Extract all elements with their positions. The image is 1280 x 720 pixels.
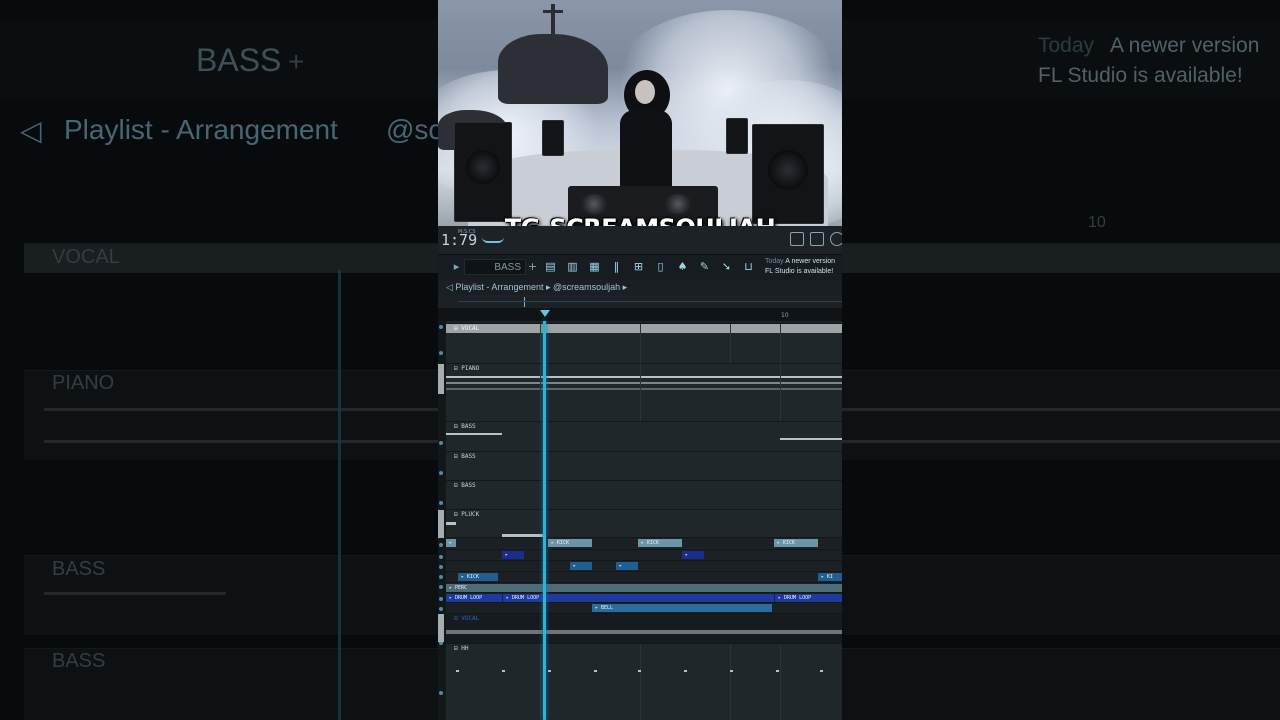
pattern-selector[interactable]: BASS (464, 259, 526, 275)
track-bass[interactable]: ⊟ BASS (446, 480, 842, 509)
track-piano[interactable]: ⊟ PIANO (438, 363, 842, 421)
notice-today: Today (765, 258, 784, 265)
bg-playlist-owner: @sc (386, 114, 443, 145)
clip-kick[interactable]: ▸ KICK (638, 539, 682, 547)
update-notice[interactable]: Today A newer version FL Studio is avail… (765, 257, 835, 277)
track-hh[interactable]: ⊟ HH (446, 643, 842, 720)
clip-bell[interactable]: ▸ BELL (592, 604, 772, 612)
track-label: ⊟ BASS (454, 482, 476, 489)
mixer-icon[interactable]: ‖ (610, 261, 623, 273)
bar-ruler[interactable]: 10 (438, 309, 842, 321)
track-pluck[interactable]: ⊟ PLUCK (438, 509, 842, 538)
notice-line2: FL Studio is available! (765, 268, 834, 275)
clip[interactable]: ▸ (570, 562, 592, 570)
cross (551, 4, 555, 34)
record-icon[interactable]: ✎ (698, 261, 711, 273)
clip-kick[interactable]: ▸ KI (818, 573, 842, 581)
render-icon[interactable] (810, 232, 824, 246)
clip[interactable]: ▸ (616, 562, 638, 570)
bg-track-label: BASS (52, 558, 106, 580)
clip[interactable]: ▸ (682, 551, 704, 559)
playlist-header: ◁ Playlist - Arrangement ▸ @screamsoulja… (438, 280, 842, 295)
track-bass[interactable]: ⊟ BASS (446, 451, 842, 480)
tools-icon[interactable]: ➘ (720, 261, 733, 273)
playlist-icon[interactable]: ▤ (544, 261, 557, 273)
track-label: ⊟ PIANO (454, 365, 480, 372)
transport-bar: 1:79 M:S:CS (438, 226, 842, 254)
speaker (542, 120, 564, 156)
bg-bar-number: 10 (1088, 214, 1106, 231)
save-icon[interactable] (790, 232, 804, 246)
add-pattern-icon[interactable]: + (526, 261, 539, 273)
bg-pattern-label: BASS (196, 42, 282, 78)
bg-track-label: BASS (52, 650, 106, 672)
clip-kick[interactable]: ▸ KICK (548, 539, 592, 547)
clip[interactable]: ▸ (446, 539, 456, 547)
track-label: ⊟ VOCAL (454, 615, 480, 622)
track-label: ⊟ PLUCK (454, 511, 480, 518)
cross (543, 10, 563, 13)
clip[interactable]: ▸ (502, 551, 524, 559)
rock (498, 34, 608, 104)
waveform-icon (482, 235, 504, 243)
dj-face (635, 80, 655, 104)
track-pattern[interactable]: ▸ ▸ (446, 549, 842, 559)
play-arrow-icon[interactable]: ▸ (450, 261, 463, 273)
file-icon[interactable]: ▯ (654, 261, 667, 273)
track-label: ⊟ HH (454, 645, 469, 652)
dj-photo (438, 0, 842, 226)
bg-track-label: VOCAL (52, 246, 120, 268)
bg-notice-line1: A newer version (1110, 34, 1260, 57)
dj-body (620, 110, 672, 190)
plugin-icon[interactable]: ♠ (676, 261, 689, 273)
clip-drum-loop[interactable]: ▸ DRUM LOOP (775, 594, 842, 602)
clip-kick[interactable]: ▸ KICK (774, 539, 818, 547)
track-bell[interactable]: ▸ BELL (446, 602, 842, 613)
playhead-line[interactable] (543, 321, 546, 720)
speaker-icon[interactable]: ◁ (446, 282, 455, 292)
bg-playlist-title: Playlist - Arrangement (64, 114, 338, 145)
track-kick[interactable]: ▸ ▸ KICK ▸ KICK ▸ KICK (446, 537, 842, 547)
track-pattern[interactable]: ▸ ▸ (446, 560, 842, 570)
bg-playhead (338, 270, 341, 720)
song-overview[interactable] (438, 295, 842, 309)
track-vocal[interactable]: ⊟ VOCAL (446, 323, 842, 363)
playlist-title: Playlist - Arrangement (455, 282, 544, 292)
channel-rack-icon[interactable]: ▦ (588, 261, 601, 273)
bg-track-label: PIANO (52, 372, 115, 394)
bg-add-icon: + (288, 46, 305, 77)
jog-wheel (664, 194, 692, 214)
playlist-tracks: ⊟ VOCAL ⊟ PIANO ⊟ BASS ⊟ BASS ⊟ BASS ⊟ P… (438, 321, 842, 720)
notice-line1: A newer version (785, 258, 836, 265)
browser-icon[interactable]: ⊞ (632, 261, 645, 273)
track-drum-loop[interactable]: ▸ DRUM LOOP ▸ DRUM LOOP ▸ DRUM LOOP (446, 592, 842, 602)
playlist-breadcrumb: ◁ Playlist - Arrangement ▸ @screamsoulja… (446, 282, 628, 292)
cart-icon[interactable]: ⊔ (742, 261, 755, 273)
track-pattern[interactable]: ▸ KICK ▸ KI (446, 571, 842, 581)
clip-perc[interactable]: ▸ PERC (446, 584, 842, 592)
clip-drum-loop[interactable]: ▸ DRUM LOOP (446, 594, 502, 602)
clip-kick[interactable]: ▸ KICK (458, 573, 498, 581)
track-perc[interactable]: ▸ PERC (446, 582, 842, 592)
track-bass[interactable]: ⊟ BASS (446, 421, 842, 451)
jog-wheel (580, 194, 608, 214)
time-format-label: M:S:CS (458, 229, 476, 235)
playlist-owner: @screamsouljah (553, 282, 621, 292)
power-icon[interactable] (830, 232, 842, 246)
bar-number: 10 (781, 312, 789, 319)
piano-roll-icon[interactable]: ▥ (566, 261, 579, 273)
bg-notice-line2: FL Studio is available! (1038, 64, 1243, 87)
video-frame: TG-SCREAMSOULJAH 1:79 M:S:CS ▸ BASS + ▤ … (438, 0, 842, 720)
track-vocal-audio[interactable]: ⊟ VOCAL (438, 613, 842, 643)
track-label: ⊟ VOCAL (454, 325, 480, 332)
speaker (726, 118, 748, 154)
bg-note-line (44, 592, 226, 595)
toolbar: ▸ BASS + ▤ ▥ ▦ ‖ ⊞ ▯ ♠ ✎ ➘ ⊔ Today A new… (438, 254, 842, 280)
screen: BASS + ◁ Playlist - Arrangement @sc Toda… (0, 0, 1280, 720)
bg-notice-today: Today (1038, 34, 1095, 57)
bg-speaker-icon: ◁ (20, 115, 42, 146)
playhead-marker[interactable] (540, 310, 550, 317)
track-label: ⊟ BASS (454, 453, 476, 460)
track-label: ⊟ BASS (454, 423, 476, 430)
